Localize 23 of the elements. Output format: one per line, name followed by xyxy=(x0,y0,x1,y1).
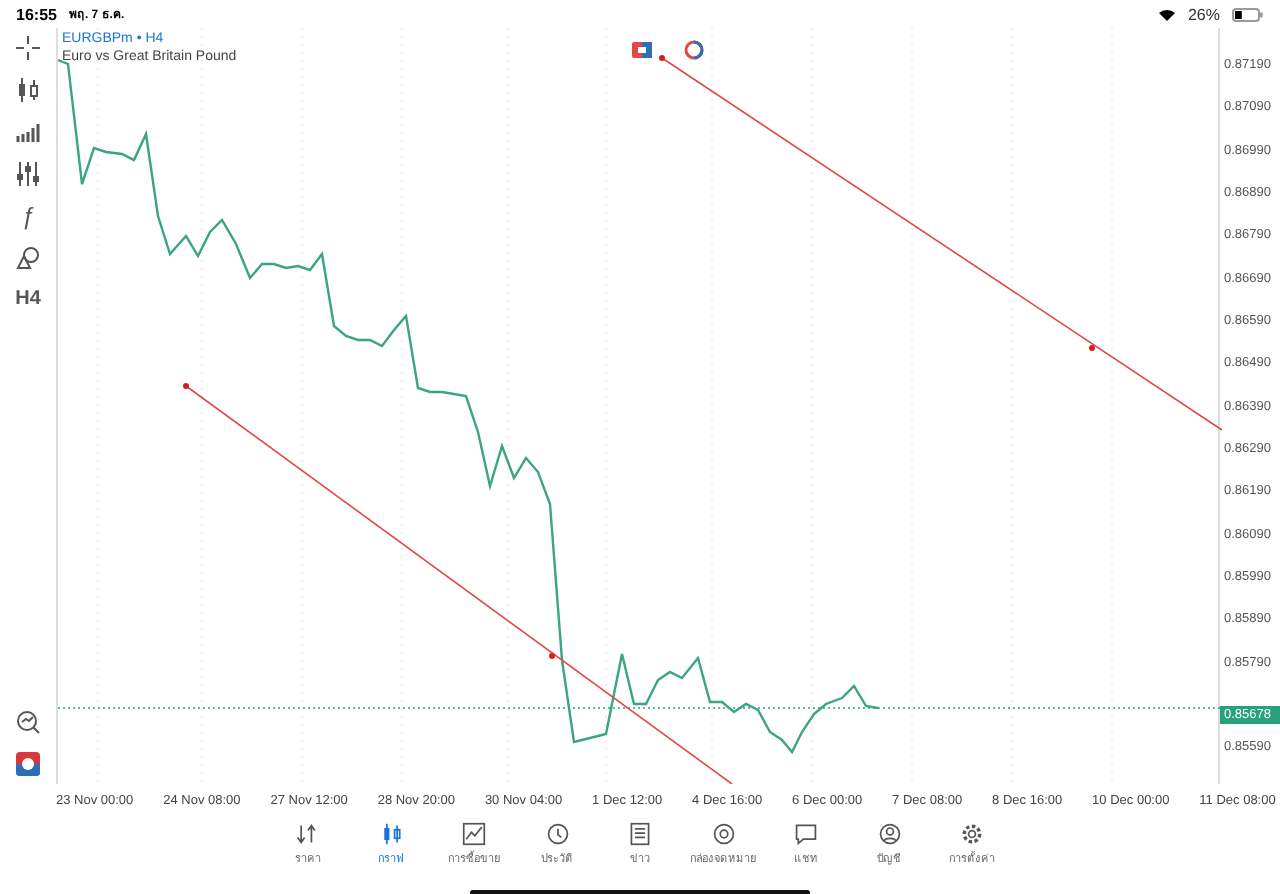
search-chart-icon[interactable] xyxy=(16,710,40,734)
crosshair-icon[interactable] xyxy=(16,36,40,60)
toolbar-button[interactable]: H4 xyxy=(15,288,41,312)
candlestick-icon[interactable] xyxy=(16,78,40,102)
settings-icon xyxy=(960,822,984,846)
shapes-icon[interactable] xyxy=(16,246,40,270)
toolbar-button[interactable]: ƒ xyxy=(21,204,35,228)
line-chart-icon xyxy=(462,822,486,846)
app-logo-icon[interactable] xyxy=(16,752,40,776)
clock-icon xyxy=(545,822,569,846)
wifi-icon xyxy=(1157,7,1176,21)
person-icon xyxy=(877,822,901,846)
candlestick-icon xyxy=(379,822,403,846)
trade-icon[interactable] xyxy=(632,42,652,58)
document-icon xyxy=(628,822,652,846)
bar-chart-icon[interactable] xyxy=(16,120,40,144)
arrows-icon xyxy=(296,822,320,846)
battery-icon xyxy=(1232,7,1264,21)
battery-percent: 26% xyxy=(1187,5,1220,23)
circle-icon[interactable] xyxy=(684,40,704,60)
sliders-icon[interactable] xyxy=(16,162,40,186)
speech-bubble-icon xyxy=(794,822,818,846)
status-time: 16:55 xyxy=(16,5,57,23)
